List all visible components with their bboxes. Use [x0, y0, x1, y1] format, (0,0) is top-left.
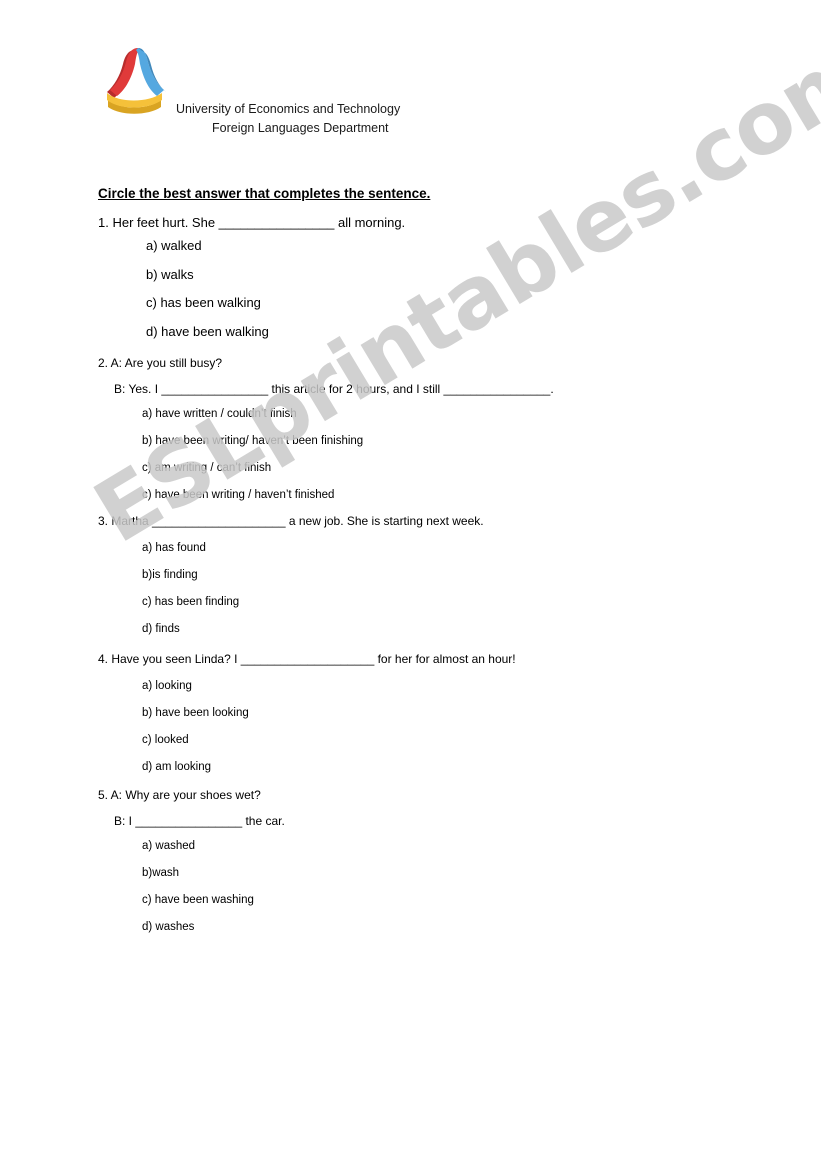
- question-2-line-2: B: Yes. I ________________ this article …: [114, 382, 554, 396]
- question-5: 5. A: Why are your shoes wet? B: I _____…: [98, 787, 285, 941]
- option-a[interactable]: a) looking: [98, 673, 516, 700]
- option-b[interactable]: b) have been writing/ haven’t been finis…: [98, 428, 554, 455]
- option-a[interactable]: a) washed: [98, 833, 285, 860]
- option-a[interactable]: a) walked: [98, 232, 405, 261]
- question-1-options: a) walked b) walks c) has been walking d…: [98, 232, 405, 346]
- question-1-line-1: 1. Her feet hurt. She ________________ a…: [98, 215, 406, 230]
- option-a[interactable]: a) have written / couldn’t finish: [98, 401, 554, 428]
- worksheet-page: ESLprintables.com University of Economic…: [0, 0, 821, 1169]
- institution-line-2: Foreign Languages Department: [212, 121, 389, 135]
- question-5-options: a) washed b)wash c) have been washing d)…: [98, 833, 285, 941]
- option-c[interactable]: c) has been finding: [98, 589, 484, 616]
- question-1: 1. Her feet hurt. She ________________ a…: [98, 214, 405, 346]
- question-4-line-1: 4. Have you seen Linda? I ______________…: [98, 652, 516, 666]
- question-5-line-1: 5. A: Why are your shoes wet?: [98, 788, 261, 802]
- question-2-options: a) have written / couldn’t finish b) hav…: [98, 401, 554, 509]
- option-c[interactable]: c) has been walking: [98, 289, 405, 318]
- question-4-options: a) looking b) have been looking c) looke…: [98, 673, 516, 781]
- option-d[interactable]: d) finds: [98, 616, 484, 643]
- question-5-line-2: B: I ________________ the car.: [114, 814, 285, 828]
- option-c[interactable]: c) looked: [98, 727, 516, 754]
- option-d[interactable]: d) have been walking: [98, 318, 405, 347]
- question-2: 2. A: Are you still busy? B: Yes. I ____…: [98, 355, 554, 509]
- option-a[interactable]: a) has found: [98, 535, 484, 562]
- option-c[interactable]: c) am writing / can’t finish: [98, 455, 554, 482]
- question-3-line-1: 3. Martha ____________________ a new job…: [98, 514, 484, 528]
- option-b[interactable]: b)wash: [98, 860, 285, 887]
- question-2-line-1: 2. A: Are you still busy?: [98, 356, 223, 370]
- institution-name: University of Economics and Technology F…: [176, 100, 676, 138]
- question-4: 4. Have you seen Linda? I ______________…: [98, 651, 516, 781]
- question-3: 3. Martha ____________________ a new job…: [98, 513, 484, 643]
- option-d[interactable]: d) am looking: [98, 754, 516, 781]
- university-logo: [98, 42, 172, 118]
- option-b[interactable]: b) walks: [98, 261, 405, 290]
- option-b[interactable]: b)is finding: [98, 562, 484, 589]
- question-3-options: a) has found b)is finding c) has been fi…: [98, 535, 484, 643]
- option-d[interactable]: d) washes: [98, 914, 285, 941]
- option-d[interactable]: c) have been writing / haven’t finished: [98, 482, 554, 509]
- option-c[interactable]: c) have been washing: [98, 887, 285, 914]
- option-b[interactable]: b) have been looking: [98, 700, 516, 727]
- institution-line-1: University of Economics and Technology: [176, 102, 401, 116]
- instruction-heading: Circle the best answer that completes th…: [98, 186, 431, 201]
